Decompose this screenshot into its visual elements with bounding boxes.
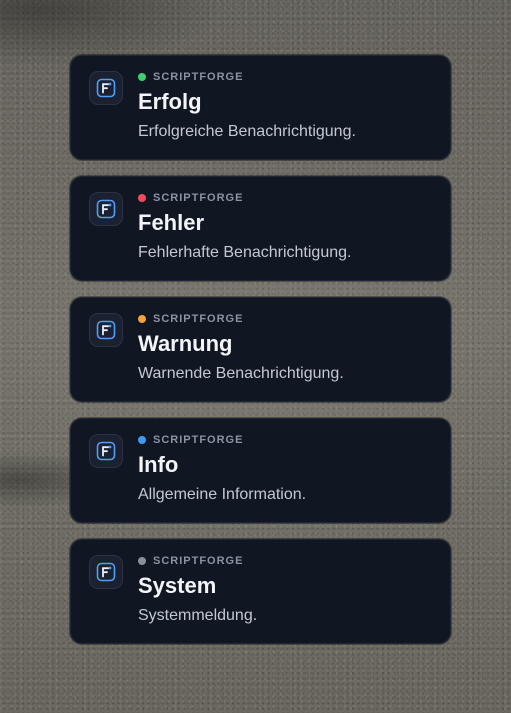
brand-label: SCRIPTFORGE: [153, 192, 244, 204]
status-dot: [138, 194, 146, 202]
notification-title: Fehler: [138, 210, 205, 235]
notification-title: Erfolg: [138, 89, 202, 114]
brand-label: SCRIPTFORGE: [153, 313, 244, 325]
notification-info[interactable]: SCRIPTFORGE Info Allgemeine Information.: [70, 418, 451, 523]
notification-message: Erfolgreiche Benachrichtigung.: [138, 123, 356, 140]
notification-system[interactable]: SCRIPTFORGE System Systemmeldung.: [70, 539, 451, 644]
status-dot: [138, 436, 146, 444]
status-dot: [138, 557, 146, 565]
notification-stack: SCRIPTFORGE Erfolg Erfolgreiche Benachri…: [70, 55, 451, 660]
scriptforge-logo-icon: [89, 192, 123, 226]
scriptforge-logo-icon: [89, 434, 123, 468]
brand-label: SCRIPTFORGE: [153, 555, 244, 567]
notification-message: Allgemeine Information.: [138, 486, 307, 503]
scriptforge-logo-icon: [89, 555, 123, 589]
scriptforge-logo-icon: [89, 71, 123, 105]
brand-label: SCRIPTFORGE: [153, 71, 244, 83]
notification-error[interactable]: SCRIPTFORGE Fehler Fehlerhafte Benachric…: [70, 176, 451, 281]
notification-message: Warnende Benachrichtigung.: [138, 365, 344, 382]
notification-title: Warnung: [138, 331, 233, 356]
notification-title: System: [138, 573, 217, 598]
notification-message: Systemmeldung.: [138, 607, 258, 624]
brand-label: SCRIPTFORGE: [153, 434, 244, 446]
notification-warning[interactable]: SCRIPTFORGE Warnung Warnende Benachricht…: [70, 297, 451, 402]
notification-success[interactable]: SCRIPTFORGE Erfolg Erfolgreiche Benachri…: [70, 55, 451, 160]
brand-row: SCRIPTFORGE: [138, 555, 243, 567]
scriptforge-logo-icon: [89, 313, 123, 347]
brand-row: SCRIPTFORGE: [138, 71, 243, 83]
notification-message: Fehlerhafte Benachrichtigung.: [138, 244, 352, 261]
status-dot: [138, 73, 146, 81]
notification-title: Info: [138, 452, 179, 477]
brand-row: SCRIPTFORGE: [138, 313, 243, 325]
brand-row: SCRIPTFORGE: [138, 434, 243, 446]
status-dot: [138, 315, 146, 323]
brand-row: SCRIPTFORGE: [138, 192, 243, 204]
